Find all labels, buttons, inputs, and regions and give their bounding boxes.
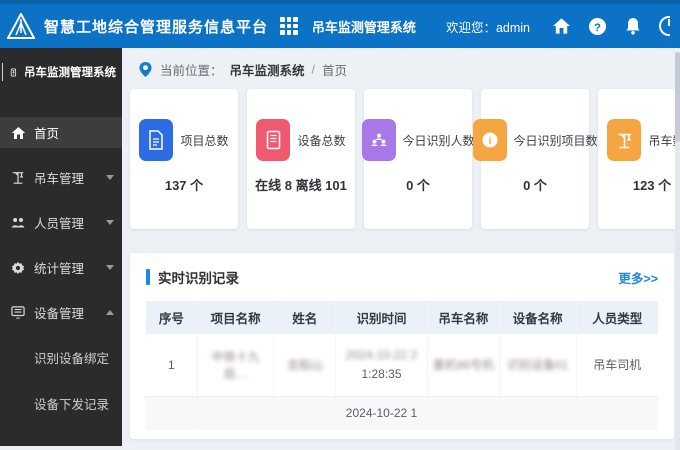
more-link[interactable]: 更多>> — [618, 268, 658, 287]
sidebar-subitem-device-binding[interactable]: 识别设备绑定 — [0, 342, 122, 372]
company-logo-icon — [6, 11, 36, 41]
cell-crane: 重机96号机 — [427, 334, 500, 397]
sidebar-item-device-mgmt[interactable]: 设备管理 — [0, 297, 122, 328]
stat-card-label: 今日识别人数 — [402, 133, 475, 148]
welcome-text: 欢迎您：admin — [445, 20, 530, 35]
help-icon[interactable]: ? — [586, 15, 608, 37]
stat-card-value: 123 个 — [632, 178, 672, 193]
stat-card-projects-today: i 今日识别项目数 0 个 — [472, 89, 598, 229]
table-header-row: 序号 项目名称 姓名 识别时间 吊车名称 设备名称 人员类型 — [146, 301, 658, 334]
device-icon — [256, 119, 291, 161]
gear-icon — [10, 260, 26, 276]
chevron-up-icon — [106, 310, 114, 315]
stat-card-projects: 项目总数 137 个 — [130, 89, 238, 229]
sidebar-subitem-label: 识别设备绑定 — [34, 351, 110, 366]
sidebar-title: 吊车监测管理系统 — [24, 67, 116, 79]
breadcrumb-separator: / — [311, 62, 316, 77]
system-name: 吊车监测管理系统 — [311, 19, 416, 35]
monitor-icon — [10, 305, 26, 321]
sidebar-item-crane-mgmt[interactable]: 吊车管理 — [0, 162, 122, 193]
document-icon — [139, 119, 174, 161]
cell-person-type: 吊车司机 — [576, 334, 658, 397]
top-header: 智慧工地综合管理服务信息平台 吊车监测管理系统 欢迎您：admin ? — [0, 0, 680, 48]
stat-card-value: 137 个 — [164, 178, 204, 193]
stat-card-value: 在线 8 离线 101 — [255, 178, 347, 193]
sidebar-subitem-label: 设备下发记录 — [34, 397, 110, 412]
cell-time-partial: 2024-10-22 1 — [335, 396, 429, 430]
app-title: 智慧工地综合管理服务信息平台 — [44, 18, 269, 36]
stat-card-value: 0 个 — [523, 178, 547, 193]
table-row: 1 中铁十九局… 龙船山 2024-10-22 2 1:28:35 重机96号机… — [146, 334, 658, 397]
sidebar-header: 吊车监测管理系统 — [0, 48, 122, 95]
col-header-crane: 吊车名称 — [427, 301, 500, 334]
collapse-handle-icon[interactable] — [2, 63, 4, 81]
breadcrumb-prefix: 当前位置： — [160, 64, 223, 78]
stat-card-label: 项目总数 — [180, 133, 229, 148]
breadcrumb-current[interactable]: 首页 — [322, 60, 347, 79]
app-grid-icon[interactable] — [279, 17, 298, 35]
col-header-time: 识别时间 — [335, 301, 429, 334]
col-header-project: 项目名称 — [197, 301, 275, 334]
sidebar-item-label: 首页 — [34, 127, 60, 141]
stat-card-people-today: 今日识别人数 0 个 — [361, 89, 475, 229]
scrollbar[interactable] — [675, 52, 680, 450]
stat-card-label: 今日识别项目数 — [513, 133, 598, 148]
cell-project: 中铁十九局… — [197, 334, 275, 397]
sidebar-item-personnel-mgmt[interactable]: 人员管理 — [0, 207, 122, 238]
stat-cards-row: 项目总数 137 个 设备总数 在线 8 离线 101 今日识别人数 0 个 i… — [130, 89, 680, 229]
sidebar-item-home[interactable]: 首页 — [0, 117, 122, 148]
home-icon — [10, 125, 26, 141]
stat-card-cranes: 吊车数量 123 个 — [598, 89, 680, 229]
chevron-down-icon — [106, 220, 114, 225]
sidebar-item-statistics-mgmt[interactable]: 统计管理 — [0, 252, 122, 283]
power-icon[interactable] — [658, 15, 670, 37]
info-icon: i — [472, 119, 507, 161]
sidebar-item-label: 吊车管理 — [34, 172, 85, 186]
sidebar-subitem-device-records[interactable]: 设备下发记录 — [0, 388, 122, 418]
col-header-person-type: 人员类型 — [576, 301, 658, 334]
breadcrumb: 当前位置： 吊车监测系统 / 首页 — [130, 56, 674, 89]
svg-text:i: i — [488, 136, 491, 147]
sidebar: 吊车监测管理系统 首页 吊车管理 人员管理 统计管理 设备管理 识别设备绑定 设… — [0, 48, 122, 446]
chevron-down-icon — [106, 265, 114, 270]
crane-logo-icon — [10, 67, 17, 77]
home-icon[interactable] — [550, 15, 572, 37]
bell-icon[interactable] — [622, 15, 644, 37]
col-header-index: 序号 — [146, 301, 198, 334]
stat-card-value: 0 个 — [406, 178, 430, 193]
username: admin — [495, 20, 530, 35]
stat-card-label: 设备总数 — [297, 133, 346, 148]
sidebar-item-label: 设备管理 — [34, 307, 85, 321]
realtime-records-panel: 实时识别记录 更多>> 序号 项目名称 姓名 识别时间 吊车名称 设备名称 人员… — [130, 253, 674, 439]
col-header-device: 设备名称 — [499, 301, 577, 334]
cell-index: 1 — [146, 334, 198, 397]
crane-icon — [607, 119, 642, 161]
col-header-name: 姓名 — [273, 301, 336, 334]
cell-name: 龙船山 — [273, 334, 336, 397]
crane-icon — [10, 170, 26, 186]
sidebar-item-label: 统计管理 — [34, 262, 85, 276]
chevron-down-icon — [106, 175, 114, 180]
breadcrumb-section[interactable]: 吊车监测系统 — [230, 60, 305, 79]
records-table: 序号 项目名称 姓名 识别时间 吊车名称 设备名称 人员类型 1 中铁十九局… … — [146, 301, 658, 430]
panel-title: 实时识别记录 — [158, 271, 239, 286]
svg-text:?: ? — [594, 21, 601, 33]
sidebar-item-label: 人员管理 — [34, 217, 85, 231]
people-icon — [361, 119, 396, 161]
cell-device: 识别设备01 — [499, 334, 577, 397]
scrollbar-thumb[interactable] — [675, 52, 680, 142]
title-accent-bar — [146, 269, 150, 285]
people-icon — [10, 215, 26, 231]
cell-time: 2024-10-22 2 1:28:35 — [335, 334, 429, 397]
stat-card-devices: 设备总数 在线 8 离线 101 — [247, 89, 355, 229]
table-row: 2024-10-22 1 — [146, 396, 658, 430]
location-pin-icon — [139, 62, 152, 77]
main-content: 当前位置： 吊车监测系统 / 首页 项目总数 137 个 设备总数 在线 8 离… — [122, 48, 680, 446]
